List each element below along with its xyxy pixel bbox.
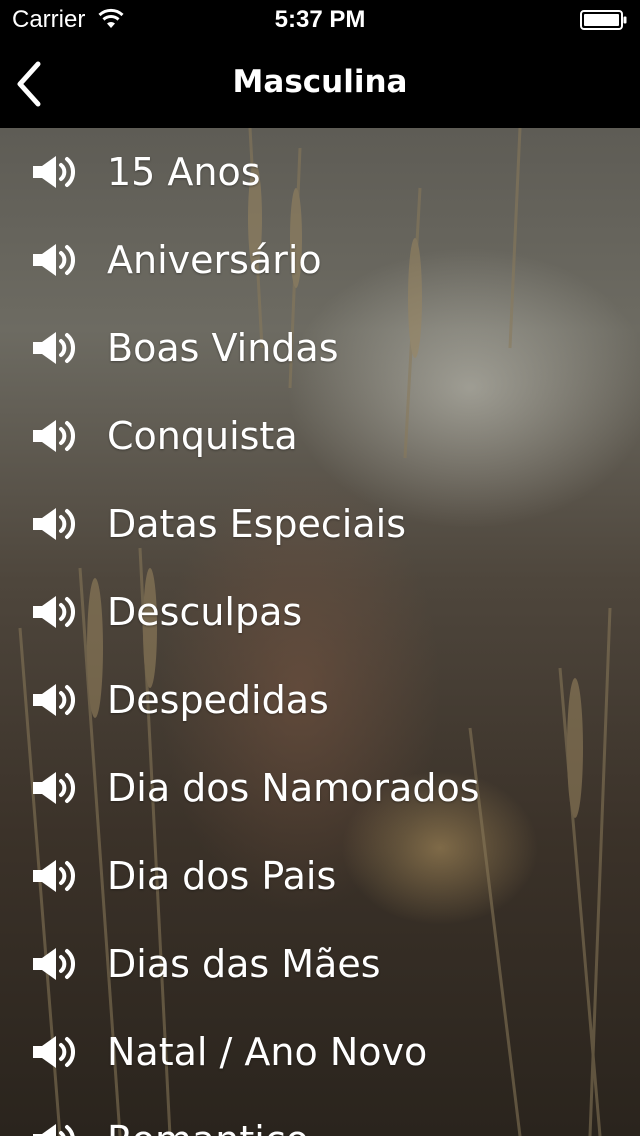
speaker-icon [33, 1124, 75, 1136]
speaker-icon [33, 772, 75, 804]
screen: Carrier 5:37 PM Masculina 15 Anos Aniver… [0, 0, 640, 1136]
speaker-icon [33, 332, 75, 364]
list-item[interactable]: Romantico [0, 1096, 640, 1136]
speaker-icon [33, 596, 75, 628]
speaker-icon [33, 684, 75, 716]
speaker-icon [33, 508, 75, 540]
speaker-icon [33, 244, 75, 276]
speaker-icon [33, 1036, 75, 1068]
list-item-label: Despedidas [107, 678, 329, 722]
list-item[interactable]: Aniversário [0, 216, 640, 304]
speaker-icon [33, 860, 75, 892]
list-item-label: Aniversário [107, 238, 322, 282]
list-item-label: Dias das Mães [107, 942, 381, 986]
list-item[interactable]: Despedidas [0, 656, 640, 744]
battery-icon [580, 10, 627, 30]
list-item[interactable]: Natal / Ano Novo [0, 1008, 640, 1096]
list-item-label: Datas Especiais [107, 502, 407, 546]
list-item[interactable]: Desculpas [0, 568, 640, 656]
list-item-label: Desculpas [107, 590, 303, 634]
list-item[interactable]: Dias das Mães [0, 920, 640, 1008]
list-item[interactable]: Datas Especiais [0, 480, 640, 568]
list-item-label: Boas Vindas [107, 326, 339, 370]
list-item[interactable]: Boas Vindas [0, 304, 640, 392]
category-list: 15 Anos Aniversário Boas Vindas Conquist… [0, 128, 640, 1136]
list-item-label: Romantico [107, 1116, 309, 1136]
list-item[interactable]: Dia dos Pais [0, 832, 640, 920]
navigation-bar: Masculina [0, 40, 640, 128]
status-time: 5:37 PM [274, 6, 366, 33]
list-item-label: Natal / Ano Novo [107, 1030, 428, 1074]
list-item-label: 15 Anos [107, 150, 261, 194]
list-item-label: Dia dos Pais [107, 854, 337, 898]
list-item[interactable]: 15 Anos [0, 128, 640, 216]
page-title: Masculina [232, 64, 408, 100]
status-bar: Carrier 5:37 PM [0, 0, 640, 40]
list-item-label: Dia dos Namorados [107, 766, 480, 810]
list-item[interactable]: Dia dos Namorados [0, 744, 640, 832]
speaker-icon [33, 948, 75, 980]
speaker-icon [33, 420, 75, 452]
list-item-label: Conquista [107, 414, 298, 458]
list-item[interactable]: Conquista [0, 392, 640, 480]
speaker-icon [33, 156, 75, 188]
